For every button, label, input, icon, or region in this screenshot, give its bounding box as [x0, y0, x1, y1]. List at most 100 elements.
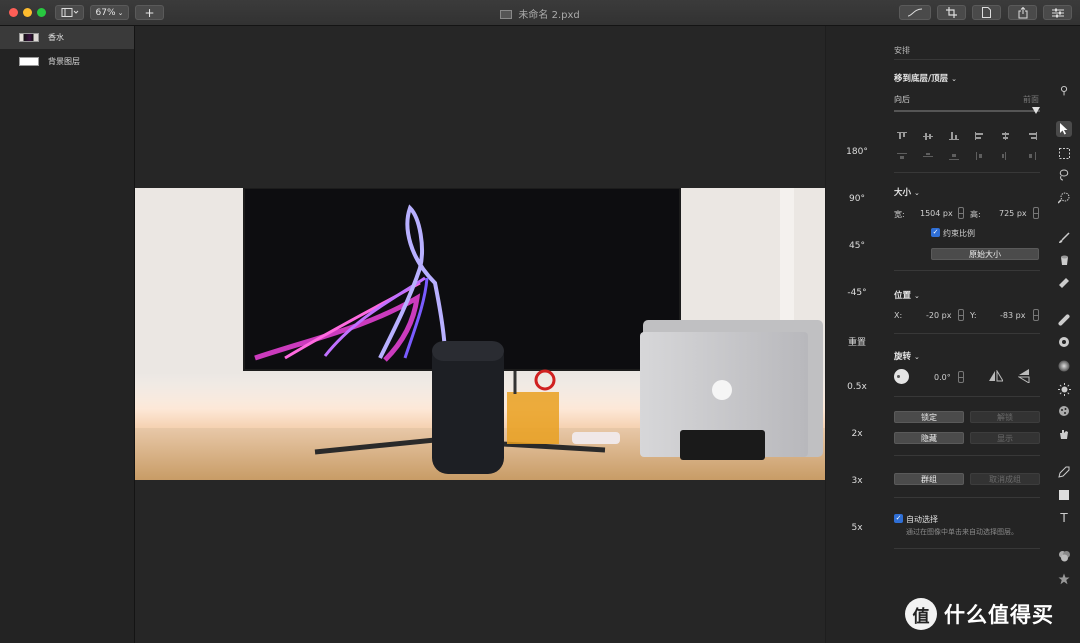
bandage-tool-icon[interactable] [1056, 312, 1072, 328]
align-middle-icon[interactable] [923, 132, 933, 140]
order-dropdown[interactable]: 移到底层/顶层 ⌄ [894, 72, 957, 84]
show-button[interactable]: 显示 [970, 432, 1040, 444]
layer-name: 背景图层 [48, 57, 80, 66]
blur-tool-icon[interactable] [1056, 358, 1072, 374]
chevron-down-icon: ⌄ [913, 292, 920, 300]
layers-panel: 香水 背景图层 [0, 26, 135, 643]
lock-button[interactable]: 锁定 [894, 411, 964, 423]
ungroup-button[interactable]: 取消成组 [970, 473, 1040, 485]
adjust-button[interactable] [1043, 5, 1072, 20]
height-field[interactable]: 725 px [999, 209, 1027, 218]
watermark-badge: 值 [905, 598, 937, 630]
page-icon [982, 7, 991, 18]
zoom-presets: 180° 90° 45° -45° 重置 0.5x 2x 3x 5x [826, 26, 888, 643]
align-right-icon[interactable] [1027, 132, 1037, 140]
angle-stepper[interactable] [958, 371, 964, 383]
x-stepper[interactable] [958, 309, 964, 321]
reset-button[interactable]: 重置 [826, 335, 888, 348]
clone-tool-icon[interactable] [1056, 334, 1072, 350]
brush-tool-icon[interactable] [1056, 230, 1072, 246]
size-section-header[interactable]: 大小 ⌄ [894, 186, 920, 198]
shape-tool-icon[interactable] [1056, 487, 1072, 503]
y-label: Y: [970, 311, 977, 320]
arrange-title: 安排 [894, 46, 910, 55]
rotate-90-button[interactable]: 90° [826, 194, 888, 204]
rotation-dial[interactable] [894, 369, 909, 384]
align-left-icon[interactable] [975, 132, 985, 140]
group-button[interactable]: 群组 [894, 473, 964, 485]
canvas-image[interactable] [135, 188, 825, 480]
layer-thumbnail [19, 33, 39, 42]
zoom-half-button[interactable]: 0.5x [826, 382, 888, 392]
rotate-section-header[interactable]: 旋转 ⌄ [894, 350, 920, 362]
wand-tool-icon[interactable]: ⚲ [1056, 82, 1072, 98]
lasso-tool-icon[interactable] [1056, 167, 1072, 183]
hide-button[interactable]: 隐藏 [894, 432, 964, 444]
align-top-icon[interactable] [897, 132, 907, 140]
order-slider[interactable] [894, 107, 1040, 114]
constrain-checkbox[interactable]: ✓ [931, 228, 940, 237]
divider [894, 270, 1040, 271]
pointer-tool-icon[interactable] [1056, 121, 1072, 137]
align-center-icon[interactable] [1001, 132, 1011, 140]
align-bottom-icon[interactable] [949, 132, 959, 140]
color-tool-icon[interactable] [1056, 548, 1072, 564]
position-section-header[interactable]: 位置 ⌄ [894, 289, 920, 301]
y-field[interactable]: -83 px [1000, 311, 1025, 320]
size-title: 大小 [894, 188, 912, 198]
bucket-tool-icon[interactable] [1056, 252, 1072, 268]
auto-select-hint: 通过在图像中单击来自动选择图层。 [906, 528, 1018, 536]
document-button[interactable] [972, 5, 1001, 20]
auto-select-label: 自动选择 [906, 515, 938, 524]
angle-field[interactable]: 0.0° [934, 373, 951, 382]
watermark-text: 什么值得买 [944, 603, 1054, 627]
front-label: 前面 [1023, 95, 1039, 104]
width-stepper[interactable] [958, 207, 964, 219]
pen-shape-button[interactable] [899, 5, 931, 20]
distribute-center-icon[interactable] [1001, 152, 1011, 160]
width-field[interactable]: 1504 px [920, 209, 953, 218]
unlock-button[interactable]: 解锁 [970, 411, 1040, 423]
marquee-tool-icon[interactable] [1056, 145, 1072, 161]
text-tool-icon[interactable]: T [1056, 510, 1072, 526]
distribute-top-icon[interactable] [897, 152, 907, 160]
document-title: 未命名 2.pxd [518, 10, 580, 21]
chevron-down-icon: ⌄ [951, 75, 957, 83]
zoom-2x-button[interactable]: 2x [826, 429, 888, 439]
zoom-3x-button[interactable]: 3x [826, 476, 888, 486]
slider-thumb[interactable] [1032, 107, 1040, 114]
flip-vertical-icon[interactable] [1018, 369, 1030, 383]
pen-tool-icon[interactable] [1056, 464, 1072, 480]
distribute-bottom-icon[interactable] [949, 152, 959, 160]
layer-row-perfume[interactable]: 香水 [0, 26, 134, 49]
distribute-middle-icon[interactable] [923, 152, 933, 160]
divider [894, 396, 1040, 397]
canvas[interactable] [135, 26, 825, 643]
layer-name: 香水 [48, 33, 64, 42]
share-button[interactable] [1008, 5, 1037, 20]
layer-thumbnail [19, 57, 39, 66]
zoom-5x-button[interactable]: 5x [826, 523, 888, 533]
eraser-tool-icon[interactable] [1056, 275, 1072, 291]
layer-row-background[interactable]: 背景图层 [0, 50, 134, 73]
divider [894, 172, 1040, 173]
sun-tool-icon[interactable] [1056, 381, 1072, 397]
sponge-tool-icon[interactable] [1056, 403, 1072, 419]
distribute-left-icon[interactable] [975, 152, 985, 160]
y-stepper[interactable] [1033, 309, 1039, 321]
star-tool-icon[interactable] [1056, 571, 1072, 587]
document-icon [500, 10, 513, 19]
distribute-right-icon[interactable] [1027, 152, 1037, 160]
original-size-button[interactable]: 原始大小 [931, 248, 1039, 260]
rotate-minus-45-button[interactable]: -45° [826, 288, 888, 298]
crop-button[interactable] [937, 5, 966, 20]
auto-select-checkbox[interactable]: ✓ [894, 514, 903, 523]
x-field[interactable]: -20 px [926, 311, 951, 320]
smudge-tool-icon[interactable] [1056, 426, 1072, 442]
rotate-180-button[interactable]: 180° [826, 147, 888, 157]
flip-horizontal-icon[interactable] [989, 370, 1003, 382]
height-stepper[interactable] [1033, 207, 1039, 219]
rotate-45-button[interactable]: 45° [826, 241, 888, 251]
quick-select-tool-icon[interactable] [1056, 190, 1072, 206]
x-label: X: [894, 311, 903, 320]
